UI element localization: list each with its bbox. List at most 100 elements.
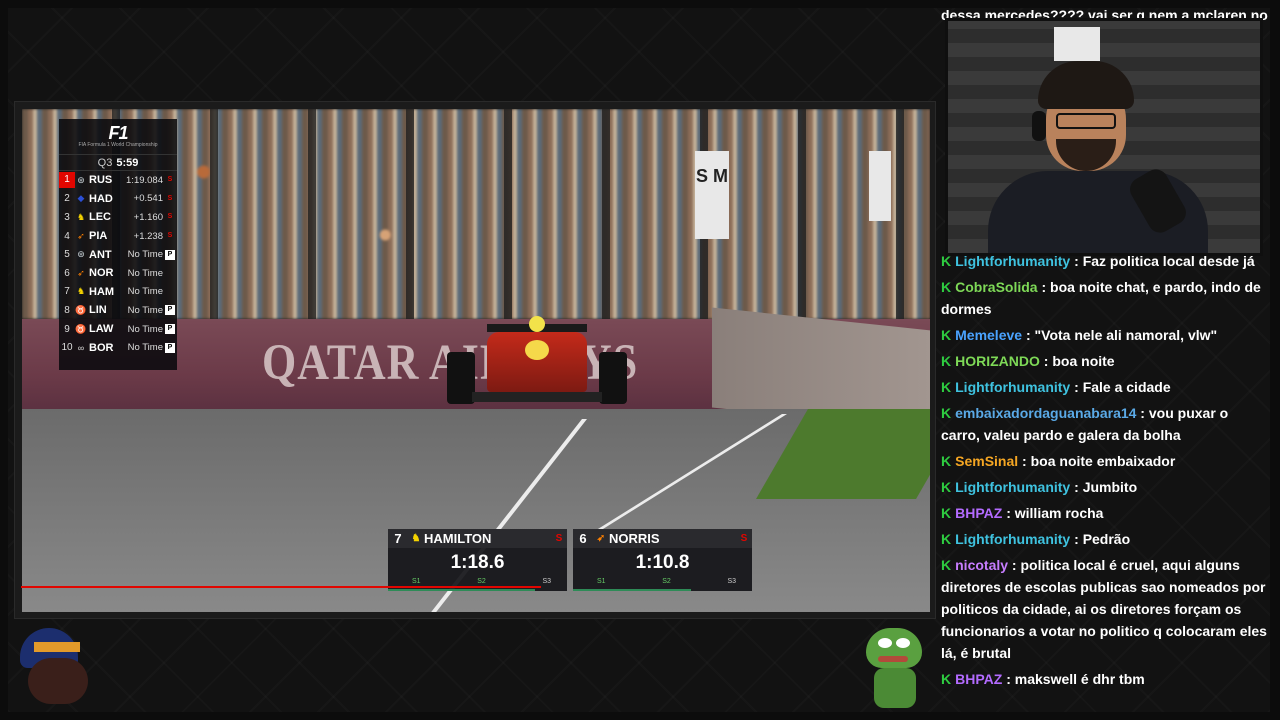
chat-text: boa noite embaixador bbox=[1030, 453, 1176, 469]
gap-time: +1.160 bbox=[133, 211, 163, 223]
mercedes-icon: ⊛ bbox=[77, 249, 85, 260]
tyre-flag bbox=[165, 268, 175, 278]
chat-text: Jumbito bbox=[1082, 479, 1138, 495]
pit-flag: P bbox=[165, 305, 175, 316]
mclaren-icon: ➶ bbox=[77, 230, 85, 241]
f1-logo: F1 FIA Formula 1 World Championship bbox=[59, 119, 177, 155]
timing-row: 6 ➶ NOR No Time bbox=[59, 264, 177, 283]
chat-text: "Vota nele ali namoral, vlw" bbox=[1034, 327, 1218, 343]
kick-badge-icon: K bbox=[941, 453, 952, 469]
chat-username[interactable]: Lightforhumanity bbox=[955, 479, 1070, 495]
driver-code: NOR bbox=[89, 267, 114, 280]
chat-username[interactable]: Lightforhumanity bbox=[955, 379, 1070, 395]
chat-separator: : bbox=[1070, 379, 1083, 395]
chat-separator: : bbox=[1037, 279, 1051, 295]
chat-panel: K Lightforhumanity : Faz politica local d… bbox=[941, 250, 1271, 712]
ferrari-icon: ♞ bbox=[76, 286, 86, 297]
chat-separator: : bbox=[1002, 671, 1015, 687]
driver-code: HAD bbox=[89, 192, 113, 205]
sector-2: S2 bbox=[662, 578, 671, 585]
racingbulls-icon: ♉ bbox=[75, 323, 87, 334]
sector-3: S3 bbox=[727, 578, 736, 585]
driver-panel-norris: 6 ➶ NORRIS S 1:10.8 S1 S2 S3 bbox=[573, 529, 752, 591]
chat-separator: : bbox=[1070, 253, 1083, 269]
tyre-flag: S bbox=[167, 232, 173, 240]
gap-time: No Time bbox=[127, 249, 163, 261]
chat-separator: : bbox=[1070, 531, 1083, 547]
pit-flag: P bbox=[165, 249, 175, 260]
chat-message: Kembaixadordaguanabara14 : vou puxar o c… bbox=[941, 402, 1271, 446]
mclaren-icon: ➶ bbox=[596, 533, 606, 544]
chat-username[interactable]: embaixadordaguanabara14 bbox=[955, 405, 1136, 421]
timing-row: 8 ♉ LIN No Time P bbox=[59, 301, 177, 320]
lap-progress-bar bbox=[388, 589, 535, 591]
timing-row: 9 ♉ LAW No Time P bbox=[59, 320, 177, 339]
chat-message: Knicotaly : politica local é cruel, aqui… bbox=[941, 554, 1271, 664]
tyre-soft-icon: S bbox=[555, 533, 563, 544]
chat-username[interactable]: CobraSolida bbox=[955, 279, 1037, 295]
studio-light bbox=[1054, 27, 1100, 61]
gap-time: No Time bbox=[127, 267, 163, 279]
chat-text: Faz politica local desde já bbox=[1082, 253, 1255, 269]
session-time: 5:59 bbox=[116, 156, 139, 169]
chat-username[interactable]: Lightforhumanity bbox=[955, 253, 1070, 269]
driver-code: LAW bbox=[89, 323, 114, 336]
chat-separator: : bbox=[1022, 327, 1035, 343]
f1-logo-subtitle: FIA Formula 1 World Championship bbox=[78, 142, 158, 148]
kick-badge-icon: K bbox=[941, 479, 952, 495]
chat-username[interactable]: HORIZANDO bbox=[955, 353, 1040, 369]
f1-car bbox=[447, 304, 627, 414]
kick-badge-icon: K bbox=[941, 557, 952, 573]
chat-username[interactable]: Lightforhumanity bbox=[955, 531, 1070, 547]
chat-separator: : bbox=[1008, 557, 1021, 573]
driver-number: 7 bbox=[394, 531, 402, 546]
chat-text: Pedrão bbox=[1082, 531, 1131, 547]
position: 9 bbox=[64, 323, 70, 335]
kick-badge-icon: K bbox=[941, 353, 952, 369]
chat-separator: : bbox=[1018, 453, 1031, 469]
driver-number: 6 bbox=[579, 531, 587, 546]
pepe-emote bbox=[864, 628, 924, 710]
chat-text: boa noite bbox=[1052, 353, 1115, 369]
chat-username[interactable]: nicotaly bbox=[955, 557, 1008, 573]
position: 3 bbox=[64, 211, 70, 223]
track-sign-right bbox=[869, 151, 891, 221]
position: 8 bbox=[64, 304, 70, 316]
chat-text: william rocha bbox=[1014, 505, 1104, 521]
tyre-soft-icon: S bbox=[740, 533, 748, 544]
driver-panel-hamilton: 7 ♞ HAMILTON S 1:18.6 S1 S2 S3 bbox=[388, 529, 567, 591]
sector-1: S1 bbox=[597, 578, 606, 585]
driver-name: NORRIS bbox=[609, 531, 660, 546]
pit-flag: P bbox=[165, 342, 175, 353]
chat-message: K Lightforhumanity : Jumbito bbox=[941, 476, 1271, 498]
kick-badge-icon: K bbox=[941, 505, 952, 521]
chat-message: K Lightforhumanity : Faz politica local d… bbox=[941, 250, 1271, 272]
chat-separator: : bbox=[1002, 505, 1015, 521]
timing-row: 10 ∞ BOR No Time P bbox=[59, 338, 177, 357]
timing-row: 5 ⊛ ANT No Time P bbox=[59, 245, 177, 264]
sector-1: S1 bbox=[412, 578, 421, 585]
tyre-flag bbox=[165, 287, 175, 297]
sector-labels: S1 S2 S3 bbox=[573, 578, 752, 585]
position: 5 bbox=[64, 249, 70, 261]
gap-time: +0.541 bbox=[133, 193, 163, 205]
gap-time: 1:19.084 bbox=[126, 174, 163, 186]
position: 4 bbox=[64, 230, 70, 242]
lap-time: 1:18.6 bbox=[450, 552, 505, 573]
kick-badge-icon: K bbox=[941, 379, 952, 395]
chat-username[interactable]: SemSinal bbox=[955, 453, 1018, 469]
chat-message: K Lightforhumanity : Fale a cidade bbox=[941, 376, 1271, 398]
driver-code: LEC bbox=[89, 211, 111, 224]
chat-text: Fale a cidade bbox=[1082, 379, 1171, 395]
chat-username[interactable]: BHPAZ bbox=[955, 505, 1002, 521]
driver-code: PIA bbox=[89, 230, 108, 243]
chat-message: K HORIZANDO : boa noite bbox=[941, 350, 1271, 372]
session-label: Q3 bbox=[97, 156, 113, 169]
chat-username[interactable]: BHPAZ bbox=[955, 671, 1002, 687]
chat-username[interactable]: Memeleve bbox=[955, 327, 1022, 343]
chat-message: K BHPAZ : william rocha bbox=[941, 502, 1271, 524]
streamer-emote bbox=[20, 628, 96, 710]
gap-time: No Time bbox=[127, 286, 163, 298]
pit-flag: P bbox=[165, 324, 175, 335]
timing-row: 1 ⊛ RUS 1:19.084 S bbox=[59, 171, 177, 190]
